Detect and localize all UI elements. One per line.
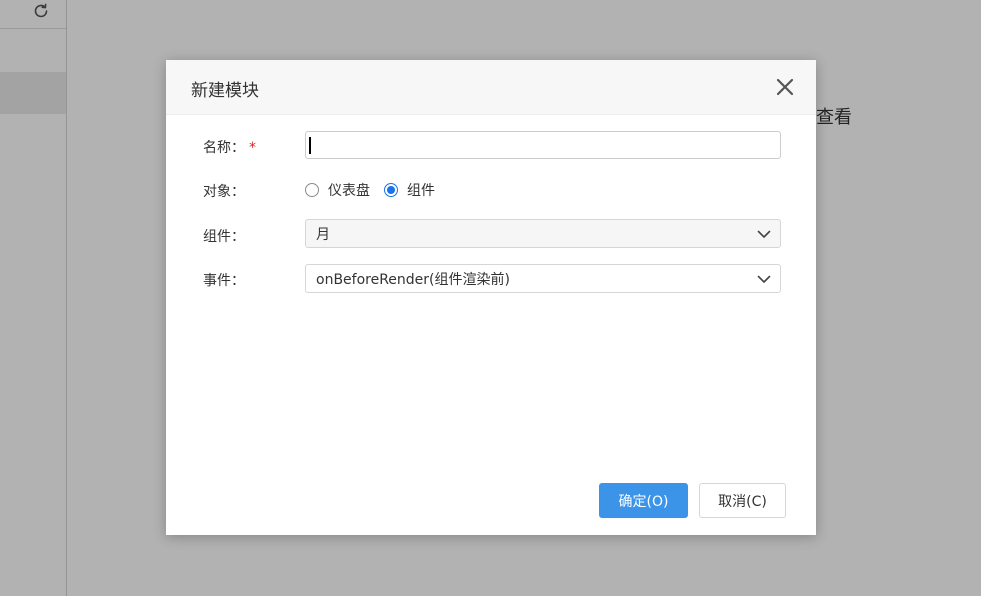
chevron-down-icon bbox=[757, 230, 771, 238]
radio-component-label: 组件 bbox=[407, 183, 435, 199]
event-select[interactable]: onBeforeRender(组件渲染前) bbox=[305, 264, 781, 293]
event-label: 事件： bbox=[203, 273, 245, 289]
event-select-value: onBeforeRender(组件渲染前) bbox=[316, 271, 510, 288]
name-label-text: 名称： bbox=[203, 140, 245, 156]
radio-component-circle[interactable] bbox=[384, 183, 398, 197]
required-mark: * bbox=[249, 140, 256, 156]
radio-component[interactable]: 组件 bbox=[384, 180, 435, 200]
confirm-button[interactable]: 确定(O) bbox=[599, 483, 688, 518]
chevron-down-icon bbox=[757, 275, 771, 283]
radio-dashboard-circle[interactable] bbox=[305, 183, 319, 197]
component-label: 组件： bbox=[203, 229, 245, 245]
component-select-value: 月 bbox=[316, 226, 330, 243]
name-input[interactable] bbox=[305, 131, 781, 159]
radio-dashboard-label: 仪表盘 bbox=[328, 183, 370, 199]
name-label: 名称： * bbox=[203, 137, 256, 157]
component-select[interactable]: 月 bbox=[305, 219, 781, 248]
text-caret bbox=[309, 137, 311, 154]
object-label: 对象： bbox=[203, 184, 245, 200]
object-radio-group: 仪表盘 组件 bbox=[305, 179, 449, 201]
new-module-dialog: 新建模块 名称： * 对象： 仪表盘 组件 组件： 月 事件： onBeforeR… bbox=[166, 60, 816, 535]
cancel-button[interactable]: 取消(C) bbox=[699, 483, 786, 518]
dialog-header: 新建模块 bbox=[166, 60, 816, 115]
close-icon[interactable] bbox=[775, 77, 795, 97]
dialog-title: 新建模块 bbox=[191, 81, 259, 101]
radio-dashboard[interactable]: 仪表盘 bbox=[305, 180, 370, 200]
